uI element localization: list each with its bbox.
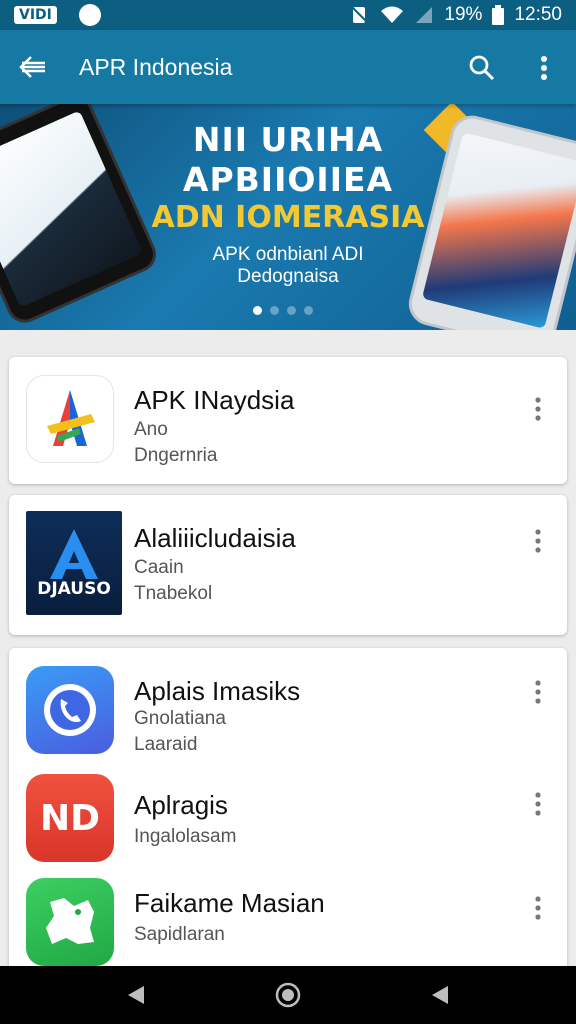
app-bar: APR Indonesia [0,30,576,104]
app-list-card: Aplais Imasiks Gnolatiana Laaraid ND Apl… [9,648,567,978]
app-developer: Ingalolasam [134,826,237,847]
colorful-a-logo-icon [26,375,114,463]
banner-subtitle-2: Dedognaisa [237,266,339,287]
battery-icon [492,5,505,25]
nfc-icon [350,5,370,25]
carousel-indicator [253,306,313,315]
app-name: APK INaydsia [134,385,295,415]
more-vert-icon[interactable] [523,888,553,928]
app-developer: Gnolatiana [134,708,226,729]
banner-headline-2: APBIIOIIEA [182,160,394,199]
more-vert-icon[interactable] [523,672,553,712]
notification-icon [78,4,101,26]
app-name: Aplragis [134,790,228,820]
app-developer: Sapidlaran [134,924,225,945]
signal-icon [414,5,434,25]
banner-subtitle-1: APK odnbianl ADI [212,244,364,265]
app-card: DJAUSO Alaliiicludaisia Caain Tnabekol [9,495,567,635]
battery-percent: 19% [444,4,483,25]
app-category: Dngernria [134,445,218,466]
clock: 12:50 [514,4,562,25]
more-vert-icon[interactable] [523,784,553,824]
back-arrow-icon[interactable] [0,30,66,104]
app-card: APK INaydsia Ano Dngernria [9,357,567,484]
carousel-dot[interactable] [287,306,296,315]
nd-logo-icon: ND [26,774,114,862]
list-item[interactable]: ND Aplragis Ingalolasam [9,770,567,880]
app-developer: Ano [134,419,168,440]
banner-headline-1: NII URIHA [192,120,384,159]
carousel-dot[interactable] [304,306,313,315]
carousel-dot[interactable] [253,306,262,315]
list-item[interactable]: DJAUSO Alaliiicludaisia Caain Tnabekol [9,505,567,615]
more-vert-icon[interactable] [523,521,553,561]
back-triangle-icon[interactable] [106,966,166,1024]
status-badge: VIDI [14,6,57,24]
home-circle-icon[interactable] [258,966,318,1024]
map-icon [26,878,114,966]
app-category: Laaraid [134,734,198,755]
phone-call-icon [26,666,114,754]
app-name: Aplais Imasiks [134,676,301,706]
app-developer: Caain [134,557,184,578]
search-icon[interactable] [462,48,502,88]
app-category: Tnabekol [134,583,213,604]
recents-triangle-icon[interactable] [410,966,470,1024]
list-item[interactable]: APK INaydsia Ano Dngernria [9,365,567,475]
djauso-a-logo-icon: DJAUSO [26,511,122,615]
more-vert-icon[interactable] [523,389,553,429]
carousel-dot[interactable] [270,306,279,315]
page-title: APR Indonesia [79,53,233,80]
app-name: Faikame Masian [134,888,325,918]
promo-banner[interactable]: NII URIHA APBIIOIIEA ADN IOMERASIA APK o… [0,104,576,330]
wifi-icon [380,5,404,25]
system-nav-bar [0,966,576,1024]
list-item[interactable]: Aplais Imasiks Gnolatiana Laaraid [9,660,567,770]
app-name: Alaliiicludaisia [134,523,296,553]
more-vert-icon[interactable] [524,48,564,88]
status-bar: VIDI 19% 12:50 [0,0,576,30]
banner-headline-3: ADN IOMERASIA [151,200,425,235]
